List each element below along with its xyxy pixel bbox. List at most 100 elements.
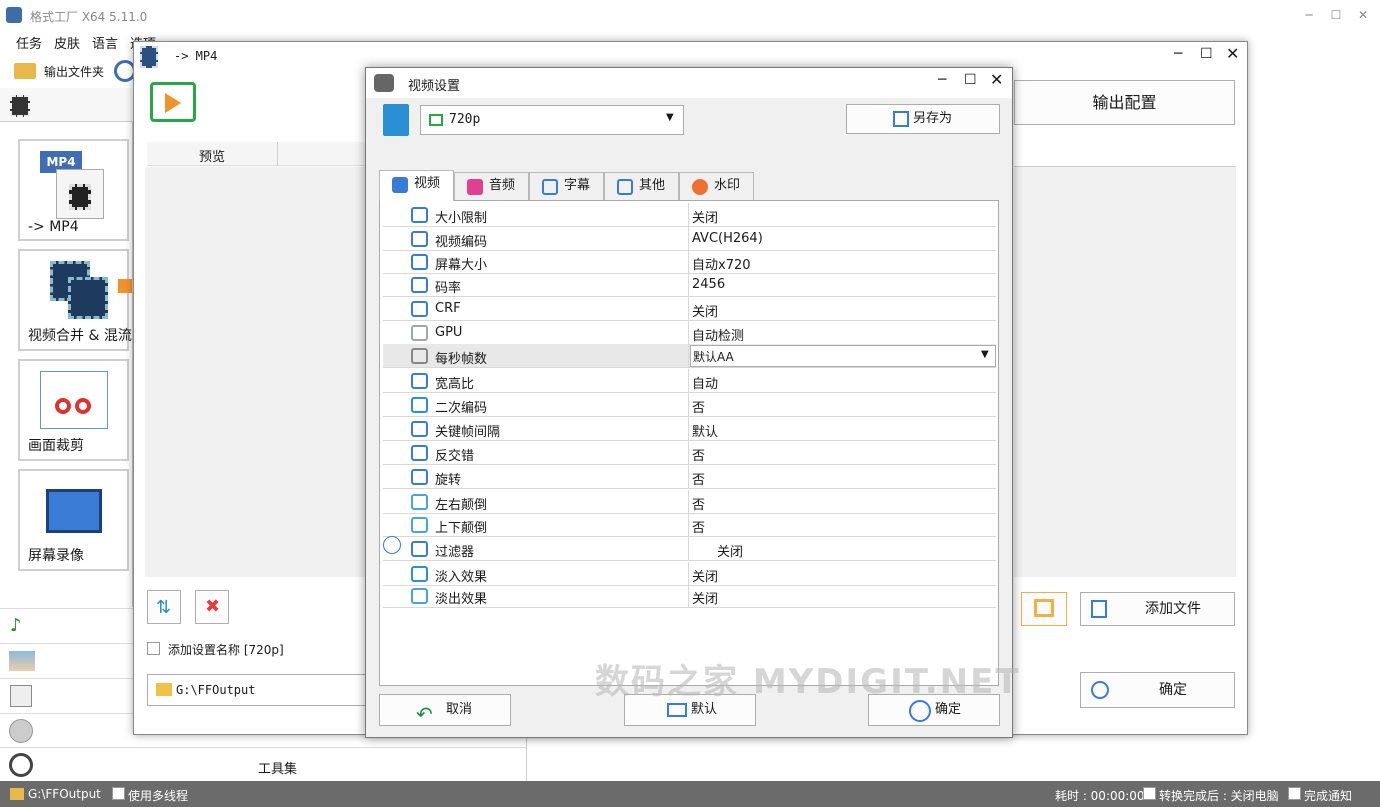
property-value[interactable]: 关闭 — [692, 301, 718, 320]
property-value[interactable]: 否 — [692, 397, 705, 416]
tab-audio[interactable]: 音频 — [454, 172, 529, 200]
property-value[interactable]: 2456 — [692, 277, 725, 292]
shutdown-checkbox[interactable] — [1143, 787, 1156, 801]
property-name: GPU — [435, 325, 463, 340]
property-name: 淡出效果 — [435, 592, 488, 607]
property-row[interactable]: 关键帧间隔 默认 — [383, 417, 996, 441]
remove-button[interactable]: ✖ — [195, 590, 229, 624]
category-image[interactable] — [0, 643, 133, 676]
close-button[interactable]: ✕ — [1226, 44, 1239, 63]
property-value[interactable]: 关闭 — [692, 566, 718, 585]
property-row[interactable]: 反交错 否 — [383, 441, 996, 465]
property-row[interactable]: 淡入效果 关闭 — [383, 562, 996, 586]
file-list[interactable] — [145, 167, 367, 577]
tab-other[interactable]: 其他 — [604, 172, 679, 200]
property-value[interactable]: 自动 — [692, 373, 718, 392]
property-row[interactable]: 淡出效果 关闭 — [383, 584, 996, 608]
add-folder-button[interactable] — [1021, 592, 1067, 626]
tool-video-merge[interactable]: 视频合并 & 混流 — [18, 249, 132, 351]
property-row[interactable]: 码率 2456 — [383, 273, 996, 297]
property-value[interactable]: 关闭 — [717, 541, 743, 560]
property-name: CRF — [435, 301, 461, 316]
reel-icon — [9, 753, 33, 777]
property-value[interactable]: 自动x720 — [692, 254, 751, 273]
category-toolset[interactable]: 工具集 — [0, 747, 526, 781]
add-file-button[interactable]: 添加文件 — [1080, 592, 1235, 626]
save-as-button[interactable]: 另存为 — [846, 104, 1000, 134]
output-path-field[interactable]: G:\FFOutput — [147, 674, 369, 706]
tool-screen-record[interactable]: 屏幕录像 — [18, 469, 129, 571]
tool-to-mp4[interactable]: MP4 -> MP4 — [18, 139, 129, 241]
property-row[interactable]: CRF 关闭 — [383, 297, 996, 321]
menu-task[interactable]: 任务 — [16, 33, 42, 52]
mp4-ok-button[interactable]: 确定 — [1080, 672, 1235, 708]
dialog-title: 视频设置 — [408, 79, 461, 94]
property-row[interactable]: GPU 自动检测 — [383, 321, 996, 345]
preset-stack-icon — [383, 104, 409, 136]
tab-video[interactable]: 视频 — [379, 170, 454, 201]
property-name: 关键帧间隔 — [435, 425, 501, 440]
scissors-icon — [40, 371, 108, 429]
menu-language[interactable]: 语言 — [92, 33, 118, 52]
multithread-checkbox[interactable] — [112, 787, 125, 801]
property-row[interactable]: 每秒帧数 默认AA ▼ — [383, 344, 996, 368]
minimize-button[interactable]: ─ — [1299, 6, 1319, 24]
flip-horizontal-icon — [411, 494, 428, 510]
picture-icon — [9, 651, 35, 671]
tool-crop[interactable]: 画面裁剪 — [18, 359, 129, 461]
property-value[interactable]: 自动检测 — [692, 325, 744, 344]
minimize-button[interactable]: ─ — [938, 72, 946, 88]
property-row[interactable]: 旋转 否 — [383, 465, 996, 489]
property-row[interactable]: 视频编码 AVC(H264) — [383, 227, 996, 251]
chevron-down-icon: ▼ — [666, 112, 674, 123]
preset-select[interactable]: 720p ▼ — [420, 105, 684, 135]
property-row[interactable]: 过滤器 关闭 — [383, 536, 996, 561]
close-button[interactable]: ✕ — [1353, 6, 1373, 24]
property-name: 旋转 — [435, 473, 462, 488]
property-row[interactable]: 大小限制 关闭 — [383, 203, 996, 227]
property-row[interactable]: 左右颠倒 否 — [383, 490, 996, 514]
output-folder-button[interactable]: 输出文件夹 — [44, 63, 104, 80]
add-setting-name-checkbox[interactable] — [147, 642, 160, 657]
toolset-label: 工具集 — [258, 762, 298, 777]
notify-checkbox[interactable] — [1288, 787, 1301, 801]
maximize-button[interactable]: ☐ — [1200, 46, 1213, 62]
property-row[interactable]: 上下颠倒 否 — [383, 513, 996, 537]
property-value[interactable]: 默认 — [692, 421, 718, 440]
property-value-select[interactable]: 默认AA ▼ — [690, 345, 996, 367]
maximize-button[interactable]: ☐ — [964, 72, 977, 88]
mp4-file-icon — [56, 169, 104, 219]
status-output-path[interactable]: G:\FFOutput — [28, 787, 101, 801]
property-value[interactable]: 关闭 — [692, 207, 718, 226]
property-value[interactable]: 否 — [692, 469, 705, 488]
elapsed-time: 耗时 : 00:00:00 — [1055, 789, 1145, 803]
property-row[interactable]: 宽高比 自动 — [383, 369, 996, 393]
sort-button[interactable]: ⇅ — [147, 590, 181, 624]
keyframe-icon — [411, 421, 428, 437]
category-document[interactable] — [0, 678, 133, 711]
property-value[interactable]: 否 — [692, 494, 705, 513]
close-button[interactable]: ✕ — [990, 70, 1003, 89]
tab-subtitle[interactable]: 字幕 — [529, 172, 604, 200]
property-value[interactable]: 否 — [692, 517, 705, 536]
preset-value: 720p — [449, 112, 481, 127]
output-config-button[interactable]: 输出配置 — [1014, 80, 1235, 125]
property-row[interactable]: 屏幕大小 自动x720 — [383, 250, 996, 274]
plus-icon — [118, 279, 132, 293]
property-name: 大小限制 — [435, 211, 488, 226]
menu-skin[interactable]: 皮肤 — [54, 33, 80, 52]
property-value[interactable]: 关闭 — [692, 588, 718, 607]
tab-watermark[interactable]: 水印 — [679, 172, 754, 200]
property-row[interactable]: 二次编码 否 — [383, 393, 996, 417]
property-value[interactable]: AVC(H264) — [692, 231, 763, 246]
watermark: 数码之家 MYDIGIT.NET — [595, 662, 1021, 702]
after-done-label: 转换完成后 : 关闭电脑 — [1159, 789, 1279, 803]
property-value[interactable]: 否 — [692, 445, 705, 464]
category-disc[interactable] — [0, 713, 133, 746]
maximize-button[interactable]: ☐ — [1326, 6, 1346, 24]
minimize-button[interactable]: ─ — [1174, 46, 1182, 62]
category-audio[interactable]: ♪ — [0, 608, 133, 641]
cancel-button[interactable]: ↶ 取消 — [379, 694, 511, 726]
document-icon — [10, 685, 32, 707]
check-circle-icon — [909, 700, 931, 722]
